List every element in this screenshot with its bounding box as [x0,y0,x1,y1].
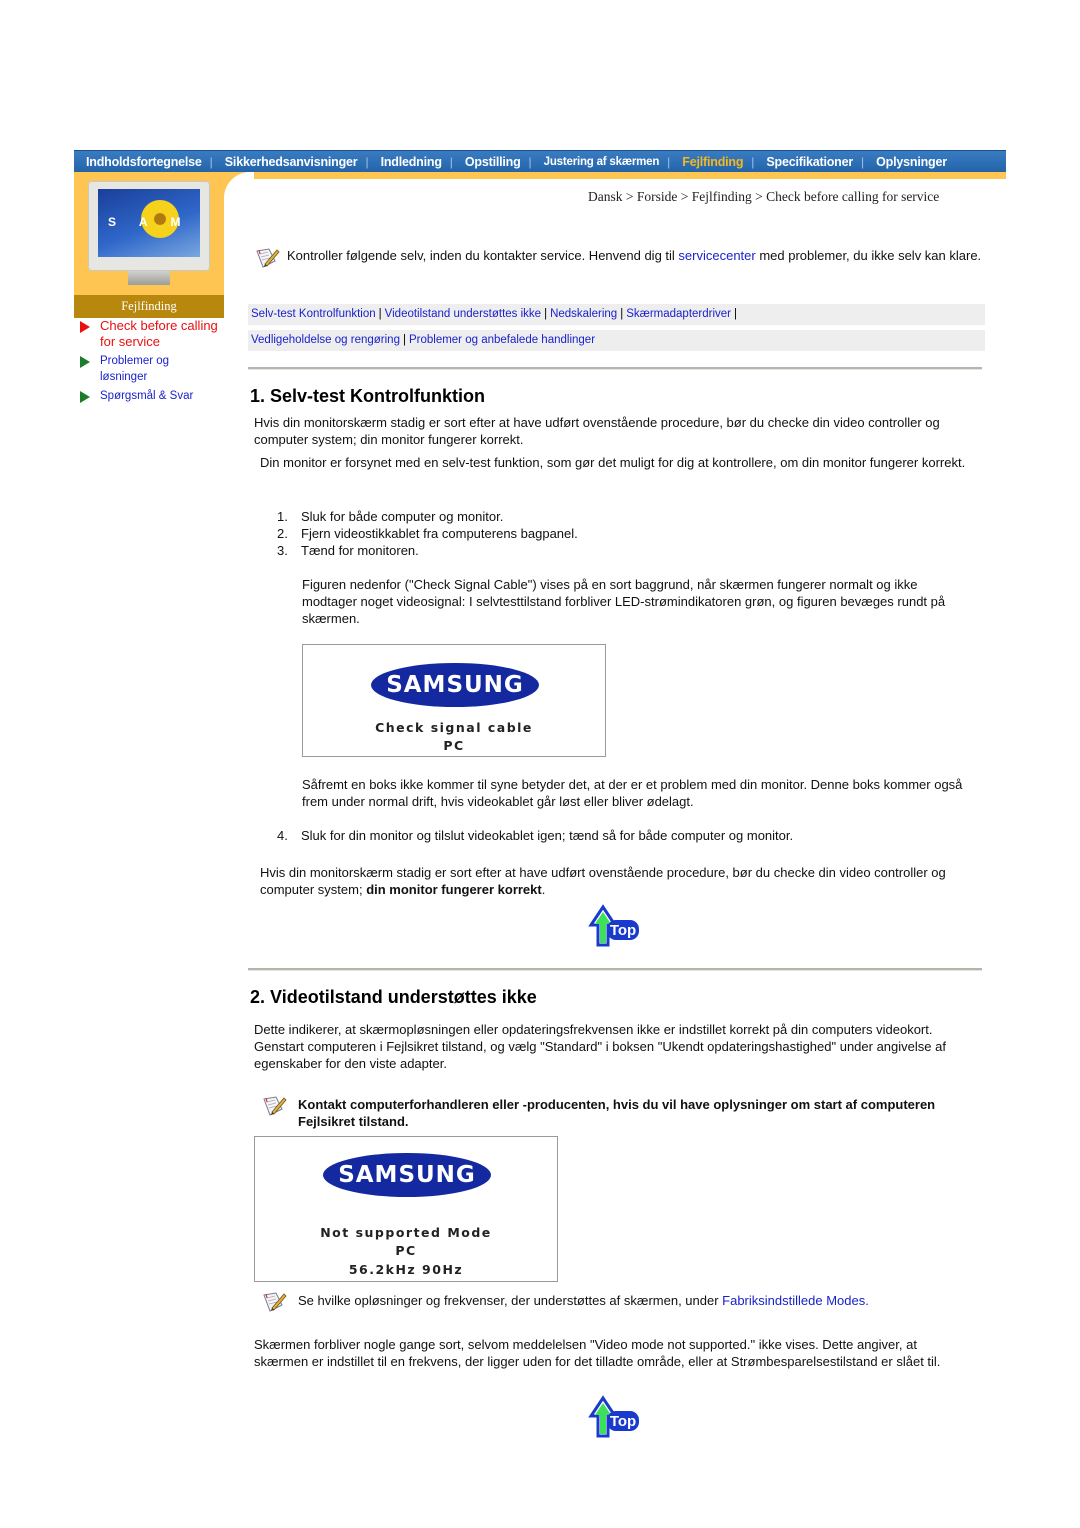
sidebar-item-problemer[interactable]: Problemer og løsninger [80,353,230,385]
section-1-closing: Hvis din monitorskærm stadig er sort eft… [260,864,960,898]
sidebar-item-label: Spørgsmål & Svar [100,390,194,402]
section-1-title: 1. Selv-test Kontrolfunktion [250,386,486,406]
monitor-stand [128,271,170,285]
breadcrumb-separator: > [622,189,637,204]
sidebar-item-label: Problemer og løsninger [100,355,170,383]
osd-source: PC [443,738,465,753]
servicecenter-link[interactable]: servicecenter [678,248,755,263]
step-item: 1. Sluk for både computer og monitor. [277,508,503,525]
link-separator: | [378,308,382,320]
closing-bold-text: din monitor fungerer korrekt [366,882,542,897]
top-button-label: Top [610,1413,636,1430]
breadcrumb-fejlfinding[interactable]: Fejlfinding [692,189,752,204]
link-videotilstand[interactable]: Videotilstand understøttes ikke [385,308,541,320]
triangle-bullet-icon [80,321,90,333]
link-separator: | [544,308,548,320]
breadcrumb: Dansk > Forside > Fejlfinding > Check be… [588,189,939,205]
nav-item-specifikationer[interactable]: Specifikationer [754,155,861,169]
breadcrumb-current: Check before calling for service [766,189,940,204]
after-figure-text: Såfremt en boks ikke kommer til syne bet… [302,777,963,809]
nav-item-oplysninger[interactable]: Oplysninger [864,155,955,169]
nav-item-justering[interactable]: Justering af skærmen [532,156,668,168]
link-nedskalering[interactable]: Nedskalering [550,308,617,320]
osd-message: Check signal cable [375,720,533,735]
step-text: Fjern videostikkablet fra computerens ba… [301,526,578,541]
screen-letters: S A M [108,215,191,229]
link-vedligeholdelse[interactable]: Vedligeholdelse og rengøring [251,334,400,346]
top-button[interactable]: Top [587,1394,643,1440]
divider [248,968,982,971]
sidebar-item-label: Check before calling for service [100,318,218,349]
section-2-paragraph-2: Skærmen forbliver nogle gange sort, selv… [254,1337,941,1369]
modes-note-text: Se hvilke opløsninger og frekvenser, der… [298,1293,723,1308]
step-number: 3. [277,543,288,558]
section-label: Fejlfinding [74,295,224,318]
nav-item-sikkerhedsanvisninger[interactable]: Sikkerhedsanvisninger [213,155,366,169]
link-selv-test[interactable]: Selv-test Kontrolfunktion [251,308,376,320]
modes-note: Se hvilke opløsninger og frekvenser, der… [298,1292,988,1309]
nav-item-fejlfinding[interactable]: Fejlfinding [670,155,751,169]
side-navigation: Check before calling for service Problem… [80,318,230,407]
sidebar-item-spoergsmaal[interactable]: Spørgsmål & Svar [80,388,230,404]
osd-source: PC [395,1243,417,1258]
samsung-logo-text: SAMSUNG [338,1162,476,1188]
intro-text: Kontroller følgende selv, inden du konta… [287,247,987,264]
fabriksindstillede-modes-link[interactable]: Fabriksindstillede Modes. [722,1293,869,1308]
osd-frequency: 56.2kHz 90Hz [348,1262,464,1277]
link-skaermadapterdriver[interactable]: Skærmadapterdriver [626,308,731,320]
nav-item-indholdsfortegnelse[interactable]: Indholdsfortegnelse [74,155,210,169]
nav-item-opstilling[interactable]: Opstilling [453,155,529,169]
link-separator: | [402,334,406,346]
section-links-row-1: Selv-test Kontrolfunktion | Videotilstand … [248,304,985,325]
section-1-paragraph-1: Hvis din monitorskærm stadig er sort eft… [254,415,940,447]
note-pencil-icon [256,248,280,268]
link-separator: | [734,308,738,320]
breadcrumb-separator: > [677,189,692,204]
sidebar-item-check-before-calling[interactable]: Check before calling for service [80,318,230,350]
content-corner [224,172,254,202]
closing-text: Hvis din monitorskærm stadig er sort eft… [260,865,946,897]
check-signal-cable-figure: SAMSUNG Check signal cable PC [302,644,606,757]
top-button[interactable]: Top [587,903,643,949]
breadcrumb-separator: > [751,189,767,204]
nav-item-indledning[interactable]: Indledning [369,155,450,169]
top-navigation: Indholdsfortegnelse | Sikkerhedsanvisning… [74,150,1006,173]
not-supported-mode-figure: SAMSUNG Not supported Mode PC 56.2kHz 90… [254,1136,558,1282]
note-pencil-icon [263,1292,287,1312]
section-header-panel: S A M Fejlfinding [74,172,224,318]
osd-message: Not supported Mode [320,1225,492,1240]
step-number: 4. [277,828,288,843]
divider [248,367,982,370]
section-1-paragraph-2: Din monitor er forsynet med en selv-test… [260,455,966,470]
closing-text: . [541,882,546,897]
step-text: Sluk for både computer og monitor. [301,509,504,524]
intro-text-part: med problemer, du ikke selv kan klare. [755,248,982,263]
section-links-row-2: Vedligeholdelse og rengøring | Problemer o… [248,330,985,351]
step-item: 4. Sluk for din monitor og tilslut videok… [277,827,793,844]
note-pencil-icon [263,1096,287,1116]
monitor-screen: S A M [98,189,200,257]
step-item: 2. Fjern videostikkablet fra computerens … [277,525,578,542]
monitor-illustration: S A M [88,181,210,285]
step-item: 3. Tænd for monitoren. [277,542,419,559]
breadcrumb-dansk[interactable]: Dansk [588,189,623,204]
step-text: Tænd for monitoren. [301,543,419,558]
samsung-logo-text: SAMSUNG [386,672,524,698]
step-text: Sluk for din monitor og tilslut videokab… [301,828,794,843]
safe-mode-note: Kontakt computerforhandleren eller -prod… [298,1097,936,1129]
step-number: 2. [277,526,288,541]
section-2-title: 2. Videotilstand understøttes ikke [250,987,537,1007]
figure-description: Figuren nedenfor ("Check Signal Cable") … [302,577,946,626]
intro-text-part: Kontroller følgende selv, inden du konta… [287,248,679,263]
top-button-label: Top [610,922,636,939]
triangle-bullet-icon [80,391,90,403]
section-2-paragraph-1: Dette indikerer, at skærmopløsningen ell… [254,1022,946,1071]
link-separator: | [620,308,624,320]
breadcrumb-forside[interactable]: Forside [637,189,678,204]
link-problemer-handlinger[interactable]: Problemer og anbefalede handlinger [409,334,595,346]
triangle-bullet-icon [80,356,90,368]
step-number: 1. [277,509,288,524]
